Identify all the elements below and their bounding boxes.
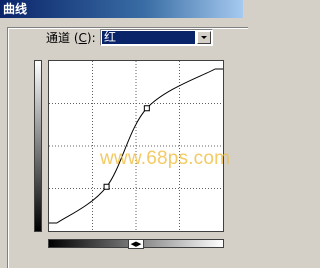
- curve-canvas[interactable]: [49, 61, 223, 231]
- channel-label: 通道 (C):: [46, 31, 96, 45]
- channel-selected-value: 红: [102, 31, 195, 44]
- title-bar: 曲线: [0, 0, 243, 18]
- curve-control-point[interactable]: [103, 183, 110, 190]
- channel-select[interactable]: 红: [100, 29, 213, 46]
- curve-control-point[interactable]: [143, 105, 150, 112]
- watermark-text: www.68ps.com: [100, 148, 231, 169]
- curve-graph[interactable]: [48, 60, 224, 232]
- gradient-toggle-icon[interactable]: ◀▶: [128, 239, 144, 249]
- window-title: 曲线: [3, 2, 28, 16]
- output-gradient-bar: [34, 60, 42, 232]
- chevron-down-icon[interactable]: [197, 31, 211, 44]
